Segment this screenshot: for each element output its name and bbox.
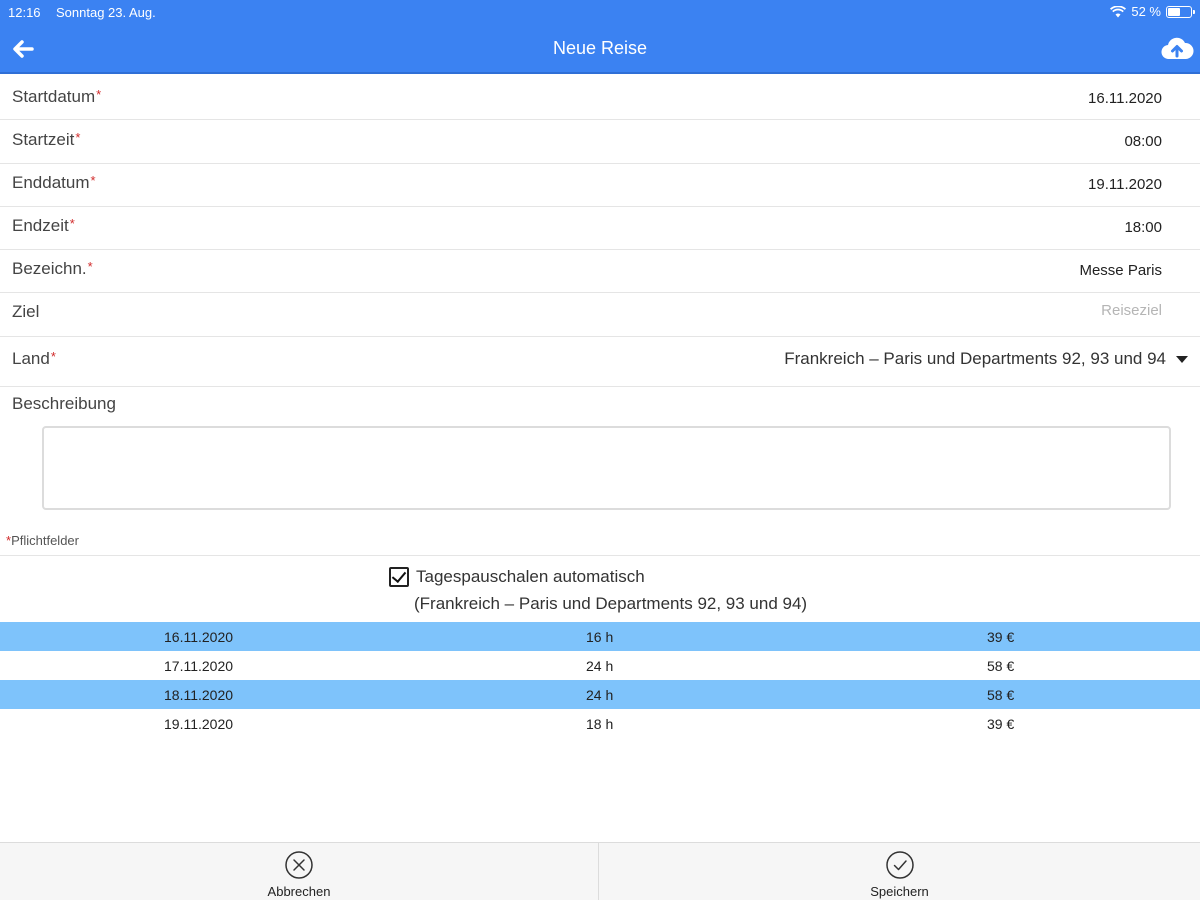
startdatum-label: Startdatum* — [12, 87, 102, 106]
allowance-amount: 58 € — [987, 687, 1015, 703]
allowance-hours: 24 h — [586, 687, 614, 703]
upload-button[interactable] — [1160, 34, 1194, 62]
auto-allowance-checkbox[interactable] — [389, 567, 409, 587]
allowance-hours: 16 h — [586, 629, 614, 645]
land-row[interactable]: Land* Frankreich – Paris und Departments… — [0, 337, 1200, 387]
allowance-hours: 18 h — [586, 716, 614, 732]
section-divider — [0, 555, 1200, 556]
status-time: 12:16 — [8, 5, 41, 20]
land-dropdown[interactable]: Frankreich – Paris und Departments 92, 9… — [784, 349, 1188, 369]
app-header: 12:16 Sonntag 23. Aug. 52 % Neue Reise — [0, 0, 1200, 74]
bezeichnung-row[interactable]: Bezeichn.* Messe Paris — [0, 250, 1200, 293]
land-label: Land* — [12, 349, 56, 368]
caret-down-icon — [1176, 355, 1188, 363]
bezeichnung-label: Bezeichn.* — [12, 259, 93, 278]
status-indicators: 52 % — [1110, 4, 1195, 19]
cloud-upload-icon — [1161, 37, 1194, 60]
allowance-row[interactable]: 19.11.2020 18 h 39 € — [0, 709, 1200, 738]
cancel-label: Abbrechen — [267, 884, 331, 899]
close-circle-icon — [285, 851, 313, 879]
status-bar: 12:16 Sonntag 23. Aug. 52 % — [0, 0, 1200, 24]
allowance-row[interactable]: 17.11.2020 24 h 58 € — [0, 651, 1200, 680]
bezeichnung-value[interactable]: Messe Paris — [1079, 262, 1162, 279]
check-circle-icon — [885, 851, 914, 879]
auto-allowance-country: (Frankreich – Paris und Departments 92, … — [414, 594, 808, 613]
startdatum-row[interactable]: Startdatum* 16.11.2020 — [0, 76, 1200, 120]
battery-icon — [1166, 5, 1195, 18]
endzeit-row[interactable]: Endzeit* 18:00 — [0, 207, 1200, 250]
startzeit-label: Startzeit* — [12, 130, 81, 149]
bottom-toolbar: Abbrechen Speichern — [0, 842, 1200, 900]
allowance-date: 18.11.2020 — [164, 687, 234, 703]
allowance-date: 17.11.2020 — [164, 658, 234, 674]
battery-percent: 52 % — [1131, 4, 1161, 19]
startzeit-value[interactable]: 08:00 — [1124, 133, 1162, 150]
required-fields-note: *Pflichtfelder — [6, 533, 79, 548]
enddatum-row[interactable]: Enddatum* 19.11.2020 — [0, 164, 1200, 207]
ziel-input[interactable]: Reiseziel — [1101, 302, 1162, 319]
allowance-date: 16.11.2020 — [164, 629, 234, 645]
allowance-hours: 24 h — [586, 658, 614, 674]
allowance-amount: 39 € — [987, 716, 1015, 732]
ziel-label: Ziel — [12, 302, 40, 321]
land-selected-value: Frankreich – Paris und Departments 92, 9… — [784, 349, 1166, 368]
allowance-row[interactable]: 16.11.2020 16 h 39 € — [0, 622, 1200, 651]
endzeit-label: Endzeit* — [12, 216, 75, 235]
status-date: Sonntag 23. Aug. — [56, 5, 156, 20]
save-button[interactable]: Speichern — [600, 843, 1199, 900]
wifi-icon — [1110, 5, 1127, 17]
startdatum-value[interactable]: 16.11.2020 — [1088, 90, 1162, 107]
allowance-row[interactable]: 18.11.2020 24 h 58 € — [0, 680, 1200, 709]
allowance-date: 19.11.2020 — [164, 716, 234, 732]
ziel-row[interactable]: Ziel Reiseziel — [0, 293, 1200, 337]
save-label: Speichern — [870, 884, 929, 899]
auto-allowance-label[interactable]: Tagespauschalen automatisch — [416, 567, 645, 587]
allowance-amount: 58 € — [987, 658, 1015, 674]
allowance-amount: 39 € — [987, 629, 1015, 645]
cancel-button[interactable]: Abbrechen — [0, 843, 599, 900]
page-title: Neue Reise — [552, 38, 648, 58]
startzeit-row[interactable]: Startzeit* 08:00 — [0, 120, 1200, 164]
endzeit-value[interactable]: 18:00 — [1124, 219, 1162, 236]
beschreibung-label: Beschreibung — [12, 394, 116, 413]
beschreibung-textarea[interactable] — [42, 426, 1171, 510]
enddatum-label: Enddatum* — [12, 173, 96, 192]
enddatum-value[interactable]: 19.11.2020 — [1088, 176, 1162, 193]
